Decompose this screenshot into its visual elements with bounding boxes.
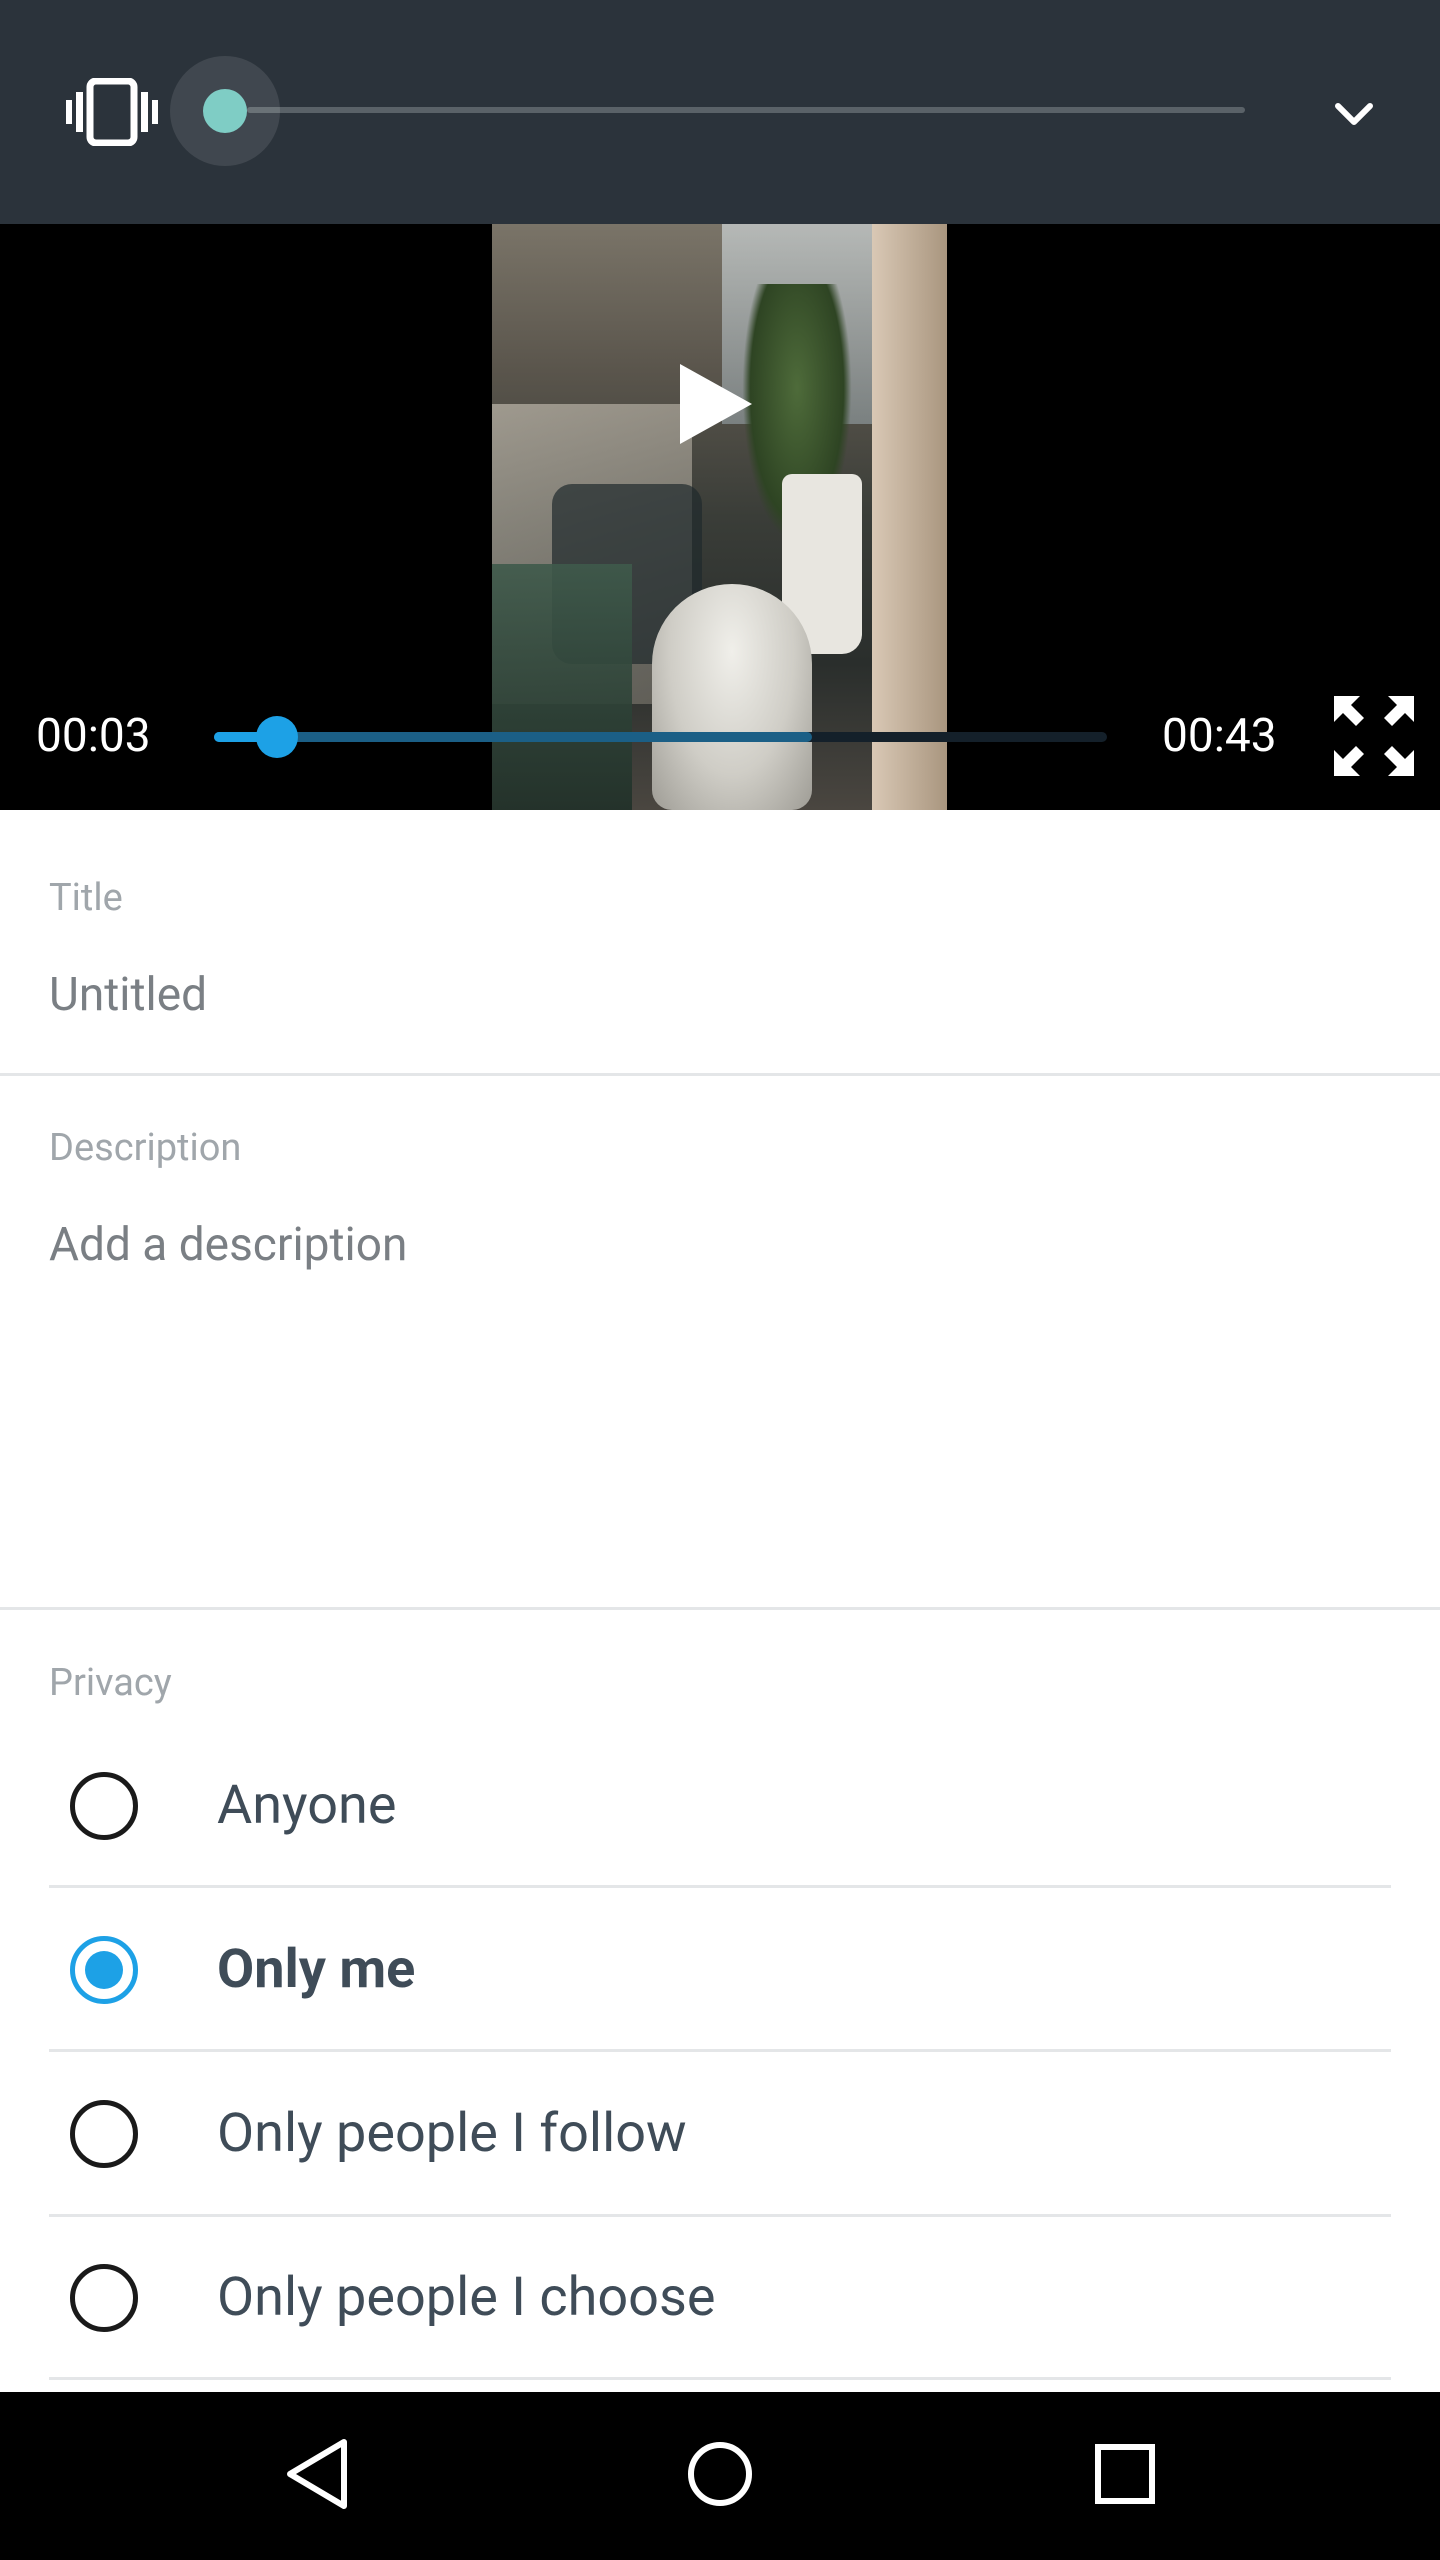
radio-button[interactable] xyxy=(70,2264,138,2332)
privacy-option-only-me[interactable]: Only me xyxy=(0,1890,1440,2050)
divider xyxy=(0,1607,1440,1610)
divider xyxy=(49,1885,1391,1888)
divider xyxy=(0,1073,1440,1076)
seek-bar-buffered xyxy=(214,732,813,742)
radio-button[interactable] xyxy=(70,1772,138,1840)
description-input[interactable]: Add a description xyxy=(49,1218,407,1272)
fullscreen-icon[interactable] xyxy=(1334,696,1414,776)
seek-bar-thumb[interactable] xyxy=(255,716,298,758)
play-icon[interactable] xyxy=(676,360,756,448)
screen: 00:03 00:43 Title Untitled Description A… xyxy=(0,0,1440,2560)
privacy-option-people-i-follow[interactable]: Only people I follow xyxy=(0,2054,1440,2214)
description-label: Description xyxy=(49,1126,242,1170)
volume-slider-track[interactable] xyxy=(247,107,1245,113)
chevron-down-icon[interactable] xyxy=(1332,96,1376,132)
video-thumbnail xyxy=(492,224,947,810)
title-input[interactable]: Untitled xyxy=(49,968,207,1022)
current-time: 00:03 xyxy=(36,709,151,763)
privacy-option-label: Only people I follow xyxy=(217,2102,687,2165)
divider xyxy=(49,2214,1391,2217)
privacy-option-label: Only me xyxy=(217,1938,416,2001)
divider xyxy=(49,2049,1391,2052)
home-icon[interactable] xyxy=(685,2436,755,2512)
privacy-option-label: Only people I choose xyxy=(217,2266,716,2329)
vibrate-icon[interactable] xyxy=(66,78,158,146)
privacy-option-anyone[interactable]: Anyone xyxy=(0,1726,1440,1886)
privacy-label: Privacy xyxy=(49,1661,172,1705)
recents-icon[interactable] xyxy=(1090,2436,1160,2512)
divider xyxy=(49,2377,1391,2380)
radio-button-selected[interactable] xyxy=(70,1936,138,2004)
privacy-option-label: Anyone xyxy=(217,1774,397,1837)
privacy-option-people-i-choose[interactable]: Only people I choose xyxy=(0,2218,1440,2378)
navigation-bar xyxy=(0,2392,1440,2560)
total-time: 00:43 xyxy=(1162,709,1277,763)
title-label: Title xyxy=(49,876,123,920)
radio-button[interactable] xyxy=(70,2100,138,2168)
volume-slider-thumb[interactable] xyxy=(203,89,247,133)
back-icon[interactable] xyxy=(282,2436,352,2512)
volume-panel xyxy=(0,0,1440,224)
